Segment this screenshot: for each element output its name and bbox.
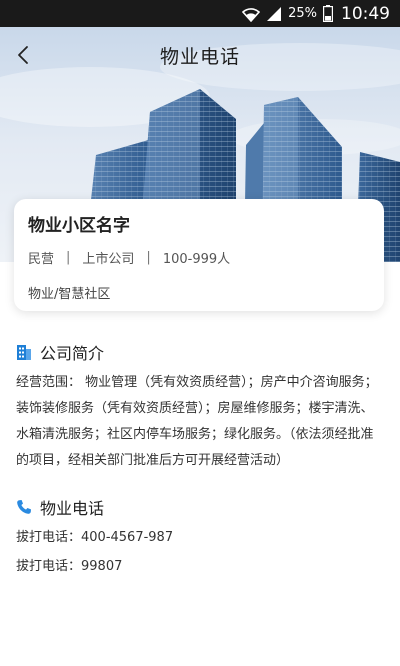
tag-size: 100-999人 <box>162 252 231 267</box>
battery-percent: 25% <box>288 6 317 21</box>
signal-icon <box>267 6 282 21</box>
phone-icon <box>17 500 31 514</box>
page-title: 物业电话 <box>159 45 240 68</box>
company-tags: 民营 | 上市公司 | 100-999人 <box>28 248 370 267</box>
intro-section-header: 公司简介 <box>16 340 104 364</box>
company-intro-text: 经营范围： 物业管理（凭有效资质经营）；房产中介咨询服务；装饰装修服务（凭有效资… <box>16 375 378 468</box>
company-industry: 物业/智慧社区 <box>28 287 111 302</box>
tag-divider: | <box>146 250 151 265</box>
building-icon <box>17 344 31 360</box>
battery-icon <box>323 5 333 22</box>
company-card: 物业小区名字 民营 | 上市公司 | 100-999人 物业/智慧社区 <box>14 199 384 311</box>
company-name: 物业小区名字 <box>28 216 130 236</box>
phone-number-line[interactable]: 拔打电话：99807 <box>16 555 122 574</box>
back-button[interactable] <box>10 41 36 69</box>
intro-heading: 公司简介 <box>40 344 105 363</box>
tag-listing: 上市公司 <box>82 252 135 267</box>
status-bar: 25% 10:49 <box>0 0 400 27</box>
tag-divider: | <box>66 250 71 265</box>
back-arrow-icon <box>18 46 28 64</box>
tag-ownership: 民营 <box>28 252 55 267</box>
phone-section-header: 物业电话 <box>16 495 104 519</box>
phone-heading: 物业电话 <box>40 499 105 518</box>
phone-number-line[interactable]: 拔打电话：400-4567-987 <box>16 526 173 545</box>
nav-bar: 物业电话 <box>0 27 400 83</box>
wifi-icon <box>242 7 261 22</box>
clock: 10:49 <box>341 3 390 24</box>
